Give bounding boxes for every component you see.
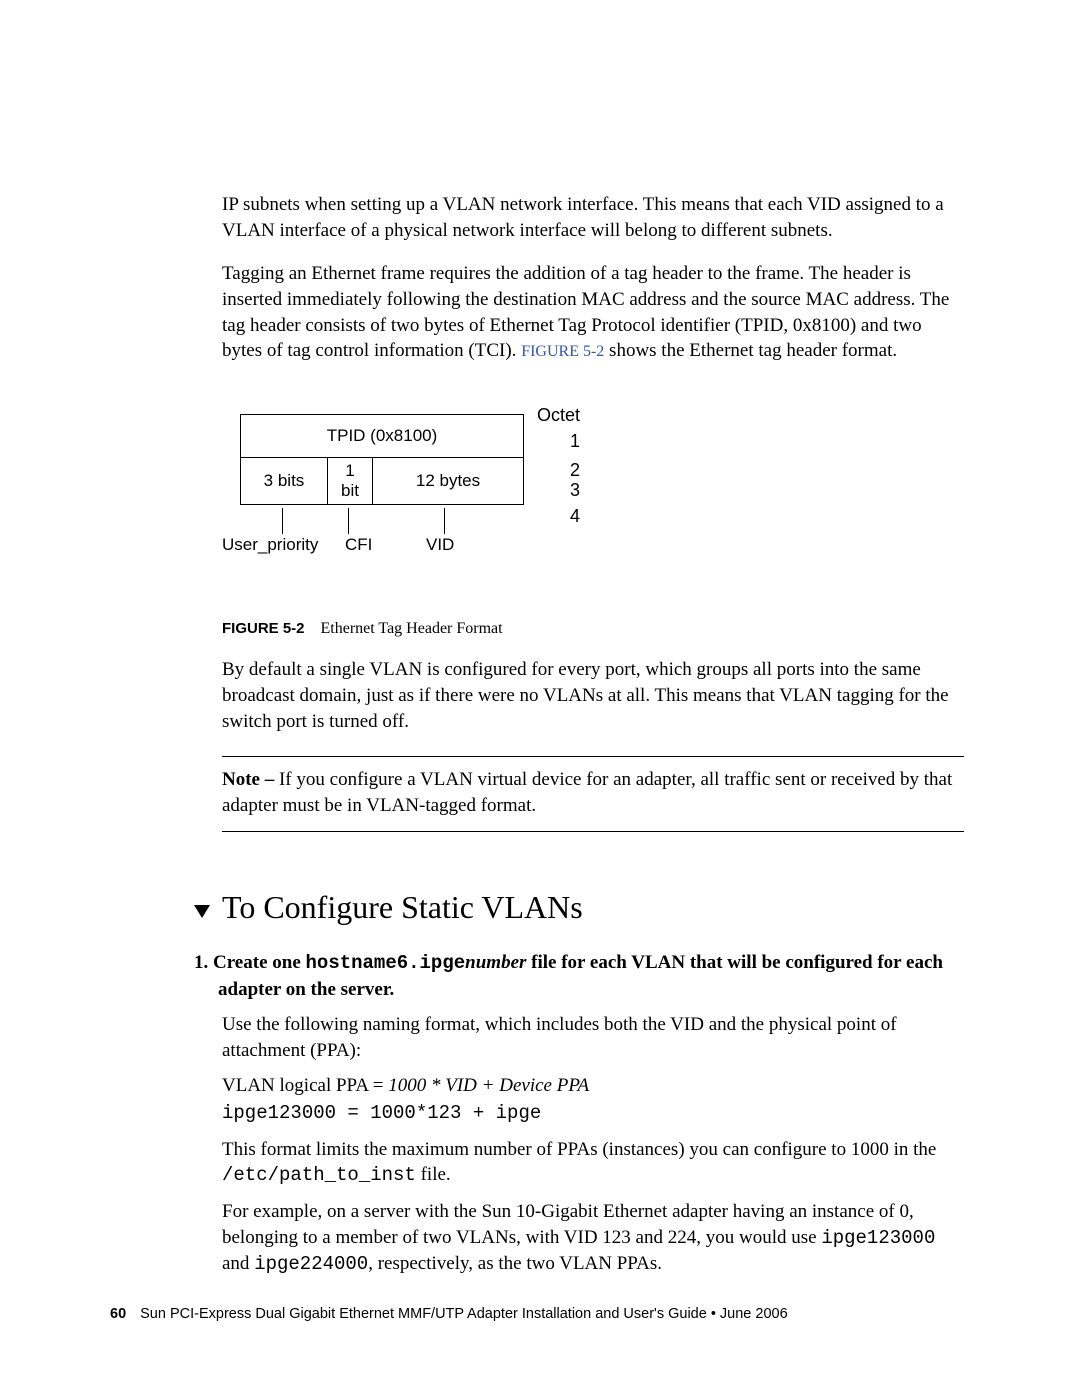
label-user-priority: User_priority: [222, 534, 318, 557]
body-paragraph: For example, on a server with the Sun 10…: [222, 1199, 964, 1278]
octet-label: Octet: [530, 406, 580, 426]
callout-line: [444, 508, 445, 534]
step-1: 1. Create one hostname6.ipgenumber file …: [194, 950, 964, 1002]
body-paragraph: Use the following naming format, which i…: [222, 1012, 964, 1063]
tpid-cell: TPID (0x8100): [241, 414, 524, 457]
callout-line: [348, 508, 349, 534]
text-fragment: This format limits the maximum number of…: [222, 1139, 936, 1160]
note-lead: Note –: [222, 769, 279, 790]
step-number: 1.: [194, 952, 208, 973]
inline-code: ipge123000: [821, 1227, 935, 1249]
section-title: To Configure Static VLANs: [222, 889, 583, 925]
code-line: ipge123000 = 1000*123 + ipge: [222, 1101, 964, 1127]
text-fragment: , respectively, as the two VLAN PPAs.: [368, 1253, 662, 1274]
text-fragment: and: [222, 1253, 254, 1274]
body-paragraph: By default a single VLAN is configured f…: [222, 657, 964, 734]
body-paragraph: IP subnets when setting up a VLAN networ…: [222, 192, 964, 243]
text-fragment: file.: [416, 1164, 451, 1185]
inline-code: ipge224000: [254, 1253, 368, 1275]
callout-lines: [240, 508, 520, 534]
italic-text: number: [465, 952, 526, 973]
figure-caption-text: Ethernet Tag Header Format: [321, 620, 503, 637]
figure-reference-link[interactable]: FIGURE 5-2: [521, 343, 604, 360]
document-page: IP subnets when setting up a VLAN networ…: [0, 0, 1080, 1397]
octet-4: 4: [530, 507, 580, 527]
callout-line: [282, 508, 283, 534]
body-paragraph: Tagging an Ethernet frame requires the a…: [222, 261, 964, 364]
figure-tag-header: TPID (0x8100) 3 bits 1 bit 12 bytes Octe…: [222, 406, 964, 596]
note-body: If you configure a VLAN virtual device f…: [222, 769, 952, 816]
figure-table: TPID (0x8100) 3 bits 1 bit 12 bytes: [240, 414, 524, 505]
formula-line: VLAN logical PPA = 1000 * VID + Device P…: [222, 1073, 964, 1099]
cell-1bit: 1 bit: [328, 457, 373, 504]
text-fragment: shows the Ethernet tag header format.: [604, 340, 897, 361]
text-fragment: For example, on a server with the Sun 10…: [222, 1201, 914, 1248]
step-text: Create one: [213, 952, 306, 973]
note-block: Note – If you configure a VLAN virtual d…: [222, 756, 964, 831]
footer-title: Sun PCI-Express Dual Gigabit Ethernet MM…: [140, 1306, 788, 1322]
octet-2-3: 2 3: [530, 461, 580, 501]
inline-code: /etc/path_to_inst: [222, 1164, 416, 1186]
cell-12bytes: 12 bytes: [373, 457, 524, 504]
figure-caption-key: FIGURE 5-2: [222, 620, 305, 637]
octet-1: 1: [530, 432, 580, 452]
label-vid: VID: [426, 534, 454, 557]
text-fragment: VLAN logical PPA =: [222, 1075, 388, 1096]
page-number: 60: [110, 1306, 126, 1322]
cell-3bits: 3 bits: [241, 457, 328, 504]
figure-caption: FIGURE 5-2 Ethernet Tag Header Format: [222, 618, 964, 640]
label-cfi: CFI: [345, 534, 372, 557]
page-footer: 60 Sun PCI-Express Dual Gigabit Ethernet …: [110, 1305, 970, 1325]
section-heading: To Configure Static VLANs: [192, 886, 964, 932]
octet-column: Octet 1 2 3 4: [530, 406, 580, 527]
body-paragraph: This format limits the maximum number of…: [222, 1137, 964, 1189]
triangle-down-icon: [192, 889, 212, 932]
italic-text: 1000 * VID + Device PPA: [388, 1075, 589, 1096]
inline-code: hostname6.ipge: [306, 952, 466, 974]
